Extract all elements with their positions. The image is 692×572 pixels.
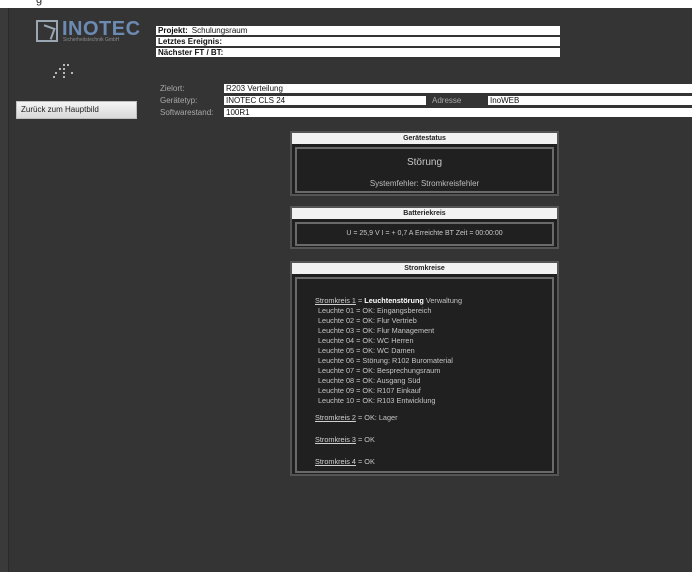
lamp-row: Leuchte 10 = OK: R103 Entwicklung: [318, 396, 436, 405]
lamp-row: Leuchte 07 = OK: Besprechungsraum: [318, 366, 441, 375]
circuit-2-status: = OK: Lager: [355, 413, 398, 422]
battery-panel: Batteriekreis U = 25,9 V I = + 0,7 A Err…: [290, 206, 559, 249]
circuits-body: Stromkreis 1 = Leuchtenstörung Verwaltun…: [295, 277, 554, 473]
device-status-panel: Gerätestatus Störung Systemfehler: Strom…: [290, 131, 559, 196]
top-strip: g: [0, 0, 692, 8]
logo-subtitle: Sicherheitstechnik GmbH: [63, 37, 120, 43]
project-label: Projekt:: [158, 26, 188, 35]
exit-sign-icon: [36, 20, 58, 42]
project-value: Schulungsraum: [191, 26, 248, 35]
device-status-title: Gerätestatus: [292, 133, 557, 144]
lamp-row: Leuchte 01 = OK: Eingangsbereich: [318, 306, 432, 315]
address-label: Adresse: [432, 96, 462, 105]
circuit-1-row: Stromkreis 1 = Leuchtenstörung Verwaltun…: [315, 296, 552, 306]
address-field: InoWEB: [488, 96, 692, 105]
circuit-3-link[interactable]: Stromkreis 3: [315, 435, 356, 444]
lamp-row: Leuchte 05 = OK: WC Damen: [318, 346, 415, 355]
battery-values: U = 25,9 V I = + 0,7 A Erreichte BT Zeit…: [346, 230, 503, 237]
circuit-3-row: Stromkreis 3 = OK: [315, 435, 552, 445]
circuits-title: Stromkreise: [292, 263, 557, 274]
circuit-2-link[interactable]: Stromkreis 2: [315, 413, 356, 422]
circuit-1-location: Verwaltung: [423, 296, 463, 305]
location-label: Zielort:: [160, 84, 185, 93]
last-event-label: Letztes Ereignis:: [158, 37, 223, 46]
device-type-label: Gerätetyp:: [160, 96, 198, 105]
software-field: 100R1: [224, 108, 692, 117]
network-dots-icon: [53, 58, 87, 80]
inotec-logo: INOTEC Sicherheitstechnik GmbH: [36, 18, 140, 78]
location-field: R203 Verteilung: [224, 84, 692, 93]
next-test-field: Nächster FT / BT:: [156, 48, 560, 57]
top-strip-text: g: [36, 0, 43, 6]
next-test-label: Nächster FT / BT:: [158, 48, 224, 57]
battery-body: U = 25,9 V I = + 0,7 A Erreichte BT Zeit…: [295, 222, 554, 246]
last-event-field: Letztes Ereignis:: [156, 37, 560, 46]
circuit-4-link[interactable]: Stromkreis 4: [315, 457, 356, 466]
circuits-panel: Stromkreise Stromkreis 1 = Leuchtenstöru…: [290, 261, 559, 476]
back-to-main-button[interactable]: Zurück zum Hauptbild: [16, 101, 137, 119]
device-type-field: INOTEC CLS 24: [224, 96, 426, 105]
software-label: Softwarestand:: [160, 108, 214, 117]
circuit-4-status: = OK: [355, 457, 375, 466]
lamp-row: Leuchte 03 = OK: Flur Management: [318, 326, 435, 335]
device-status-state: Störung: [406, 157, 443, 168]
project-field: Projekt: Schulungsraum: [156, 26, 560, 35]
lamp-row: Leuchte 04 = OK: WC Herren: [318, 336, 414, 345]
circuit-4-row: Stromkreis 4 = OK: [315, 457, 552, 467]
circuit-1-link[interactable]: Stromkreis 1: [315, 296, 356, 305]
lamp-row: Leuchte 06 = Störung: R102 Buromaterial: [318, 356, 453, 365]
device-status-detail: Systemfehler: Stromkreisfehler: [369, 179, 480, 188]
device-status-body: Störung Systemfehler: Stromkreisfehler: [295, 147, 554, 193]
lamp-row: Leuchte 09 = OK: R107 Einkauf: [318, 386, 421, 395]
lamp-row: Leuchte 02 = OK: Flur Vertrieb: [318, 316, 417, 325]
lamp-row: Leuchte 08 = OK: Ausgang Süd: [318, 376, 421, 385]
circuit-2-row: Stromkreis 2 = OK: Lager: [315, 413, 552, 423]
battery-title: Batteriekreis: [292, 208, 557, 219]
circuits-list: Stromkreis 1 = Leuchtenstörung Verwaltun…: [297, 279, 552, 467]
circuit-3-status: = OK: [355, 435, 375, 444]
circuit-1-state: Leuchtenstörung: [364, 296, 424, 305]
